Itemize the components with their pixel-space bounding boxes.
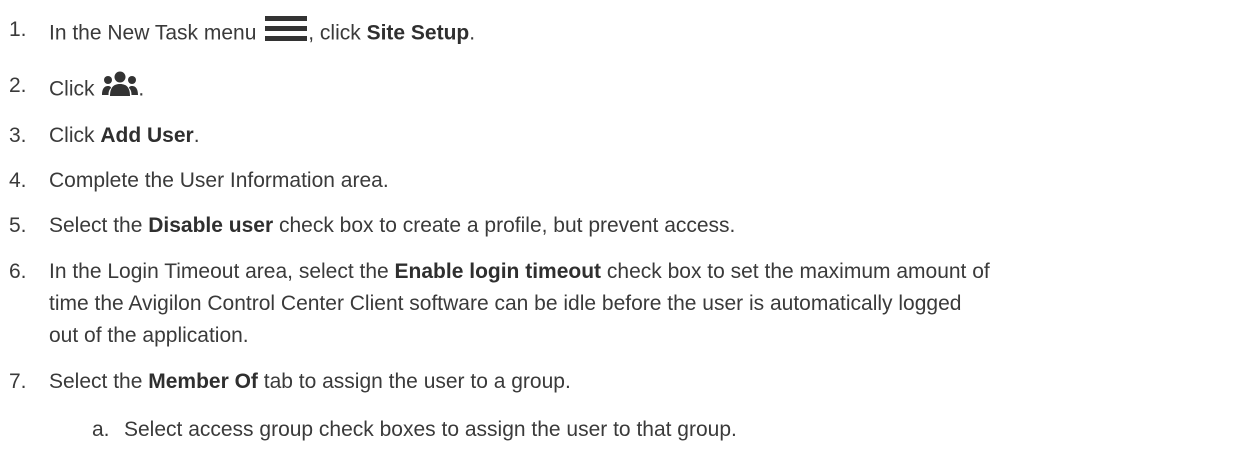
step-number: 5. bbox=[9, 214, 27, 237]
step-6-line-3: out of the application. bbox=[49, 324, 249, 347]
step-text: Select the Member Of tab to assign the u… bbox=[49, 370, 571, 393]
step-text: Click Add User. bbox=[49, 124, 200, 147]
ui-term: Enable login timeout bbox=[394, 260, 602, 283]
ui-term: Site Setup bbox=[366, 21, 470, 45]
step-text: Click . bbox=[49, 70, 144, 110]
step-number: 4. bbox=[9, 169, 27, 192]
step-number: 6. bbox=[9, 260, 27, 283]
step-number: 7. bbox=[9, 370, 27, 393]
step-text: Complete the User Information area. bbox=[49, 169, 389, 192]
step-number: 1. bbox=[9, 18, 27, 41]
step-number: 3. bbox=[9, 124, 27, 147]
users-group-icon bbox=[102, 70, 139, 110]
step-text: Select the Disable user check box to cre… bbox=[49, 214, 736, 237]
step-text: In the New Task menu , click Site Setup. bbox=[49, 14, 475, 54]
ui-term: Add User bbox=[100, 124, 194, 147]
ui-term: Disable user bbox=[148, 214, 274, 237]
step-text: In the Login Timeout area, select the En… bbox=[49, 260, 990, 283]
step-6-line-2: time the Avigilon Control Center Client … bbox=[49, 292, 962, 315]
ui-term: Member Of bbox=[148, 370, 258, 393]
substep-letter: a. bbox=[92, 418, 110, 441]
hamburger-menu-icon bbox=[264, 14, 308, 54]
step-number: 2. bbox=[9, 74, 27, 97]
substep-text: Select access group check boxes to assig… bbox=[124, 418, 737, 441]
